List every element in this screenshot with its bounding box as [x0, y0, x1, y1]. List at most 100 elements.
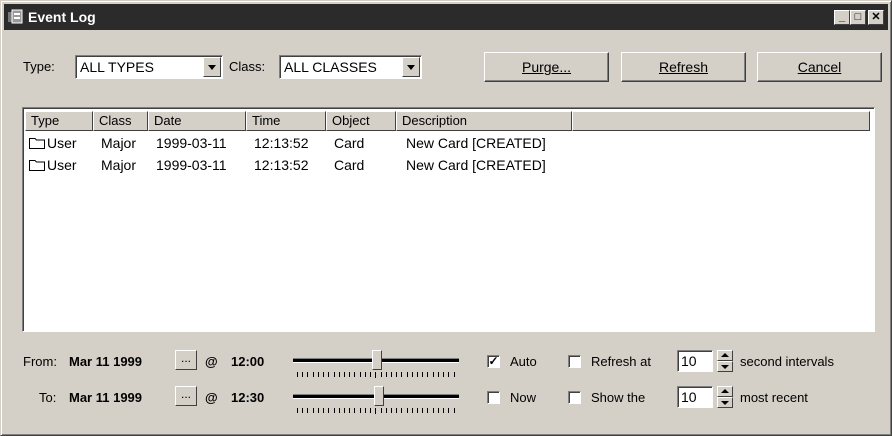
slider-tick	[302, 372, 304, 377]
slider-tick	[323, 408, 325, 413]
window-title: Event Log	[28, 9, 96, 25]
slider-tick	[406, 408, 408, 413]
slider-tick	[406, 372, 408, 377]
slider-tick	[312, 408, 314, 413]
close-icon: ✕	[871, 11, 881, 23]
event-list[interactable]: Type Class Date Time Object Description …	[22, 107, 875, 332]
auto-label: Auto	[510, 354, 537, 369]
refresh-at-checkbox[interactable]	[568, 355, 581, 368]
cancel-button-label: Cancel	[797, 59, 842, 75]
slider-tick	[370, 372, 372, 377]
show-the-checkbox[interactable]	[568, 391, 581, 404]
column-header-object[interactable]: Object	[326, 111, 396, 131]
slider-tick	[453, 408, 455, 413]
slider-tick	[422, 408, 424, 413]
slider-tick	[312, 372, 314, 377]
cell-description: New Card [CREATED]	[406, 157, 546, 173]
slider-tick	[427, 408, 429, 413]
slider-ticks	[297, 372, 455, 378]
refresh-interval-input[interactable]: 10	[677, 350, 713, 372]
slider-tick	[437, 408, 439, 413]
cell-date: 1999-03-11	[156, 135, 227, 151]
folder-icon	[29, 160, 45, 171]
cell-type: User	[47, 157, 77, 173]
close-button[interactable]: ✕	[868, 10, 884, 25]
slider-tick	[328, 408, 330, 413]
ellipsis-icon: ...	[180, 351, 191, 365]
slider-tick	[385, 372, 387, 377]
slider-tick	[328, 372, 330, 377]
slider-tick	[333, 372, 335, 377]
slider-tick	[427, 372, 429, 377]
slider-tick	[380, 408, 382, 413]
slider-tick	[364, 372, 366, 377]
spin-up-icon[interactable]	[717, 350, 733, 361]
type-select[interactable]: ALL TYPES	[75, 55, 223, 79]
slider-tick	[401, 408, 403, 413]
slider-tick	[380, 372, 382, 377]
from-at-symbol: @	[205, 354, 218, 369]
show-count-stepper[interactable]	[717, 386, 733, 408]
to-date-picker-button[interactable]: ...	[175, 386, 197, 406]
chevron-down-icon[interactable]	[203, 57, 221, 77]
slider-tick	[385, 408, 387, 413]
purge-button[interactable]: Purge...	[484, 52, 609, 82]
column-header-type[interactable]: Type	[25, 111, 93, 131]
class-select-value: ALL CLASSES	[284, 59, 377, 75]
cancel-button[interactable]: Cancel	[757, 52, 882, 82]
spin-down-icon[interactable]	[717, 361, 733, 372]
minimize-icon: _	[838, 11, 846, 23]
slider-tick	[333, 408, 335, 413]
slider-tick	[390, 372, 392, 377]
cell-object: Card	[334, 135, 365, 151]
refresh-at-label: Refresh at	[591, 354, 651, 369]
chevron-down-icon[interactable]	[402, 57, 420, 77]
purge-button-label: Purge...	[521, 59, 572, 75]
refresh-interval-stepper[interactable]	[717, 350, 733, 372]
maximize-button[interactable]: □	[850, 10, 866, 25]
slider-tick	[359, 372, 361, 377]
column-header-time[interactable]: Time	[246, 111, 326, 131]
slider-tick	[375, 408, 377, 414]
now-checkbox[interactable]	[487, 391, 500, 404]
table-row[interactable]: User Major 1999-03-11 12:13:52 Card New …	[25, 132, 865, 154]
class-label: Class:	[229, 59, 266, 74]
to-label: To:	[39, 390, 57, 405]
show-count-input[interactable]: 10	[677, 386, 713, 408]
slider-tick	[417, 408, 419, 413]
minimize-button[interactable]: _	[834, 10, 850, 25]
slider-tick	[396, 408, 398, 413]
class-select[interactable]: ALL CLASSES	[279, 55, 422, 79]
slider-tick	[343, 408, 345, 413]
slider-tick	[354, 372, 356, 377]
column-header-filler	[572, 111, 870, 131]
column-header-date[interactable]: Date	[148, 111, 246, 131]
table-row[interactable]: User Major 1999-03-11 12:13:52 Card New …	[25, 154, 865, 176]
to-date: Mar 11 1999	[69, 390, 143, 405]
spin-down-icon[interactable]	[717, 397, 733, 408]
show-count-value: 10	[681, 389, 697, 405]
from-label: From:	[23, 354, 57, 369]
from-date-picker-button[interactable]: ...	[175, 350, 197, 370]
slider-tick	[354, 408, 356, 413]
column-header-description[interactable]: Description	[396, 111, 572, 131]
column-header-class[interactable]: Class	[93, 111, 148, 131]
cell-description: New Card [CREATED]	[406, 135, 546, 151]
slider-thumb[interactable]	[374, 386, 384, 406]
slider-tick	[338, 372, 340, 377]
title-bar[interactable]: Event Log _ □ ✕	[4, 4, 888, 30]
slider-tick	[297, 408, 298, 413]
refresh-button[interactable]: Refresh	[621, 52, 746, 82]
auto-checkbox[interactable]: ✓	[487, 355, 500, 368]
spin-up-icon[interactable]	[717, 386, 733, 397]
slider-tick	[338, 408, 340, 413]
slider-thumb[interactable]	[372, 350, 382, 370]
slider-tick	[302, 408, 304, 413]
cell-date: 1999-03-11	[156, 157, 227, 173]
from-time-slider[interactable]	[293, 350, 463, 386]
type-label: Type:	[23, 59, 55, 74]
slider-tick	[370, 408, 372, 413]
cell-object: Card	[334, 157, 365, 173]
event-log-app-icon	[8, 9, 23, 24]
to-time-slider[interactable]	[293, 386, 463, 422]
